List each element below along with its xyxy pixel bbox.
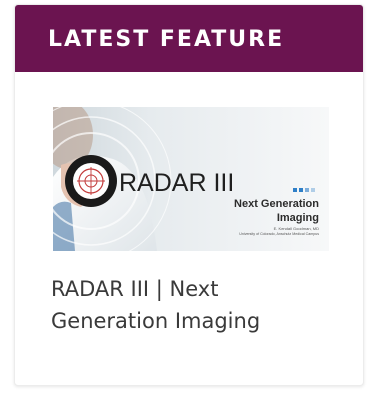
image-subtitle-line-1: Next Generation <box>234 198 319 210</box>
image-credit-line-1: E. Kendall Goodman, MD <box>274 226 319 231</box>
feature-thumbnail[interactable]: RADAR III Next Generation Imaging E. Ken… <box>53 107 329 251</box>
card-header: LATEST FEATURE <box>15 5 363 72</box>
feature-title-line-1: RADAR III | Next <box>51 277 219 301</box>
radar-lens-icon <box>65 155 117 207</box>
radar-logo-text: RADAR III <box>119 169 234 197</box>
feature-title-link[interactable]: RADAR III | Next Generation Imaging <box>51 273 351 337</box>
image-credit-line-2: University of Colorado, Anschutz Medical… <box>239 232 319 236</box>
header-title: LATEST FEATURE <box>48 27 285 52</box>
latest-feature-card: LATEST FEATURE RADAR III Next Generation… <box>14 4 364 386</box>
image-subtitle-line-2: Imaging <box>277 212 319 224</box>
feature-title-line-2: Generation Imaging <box>51 309 261 333</box>
